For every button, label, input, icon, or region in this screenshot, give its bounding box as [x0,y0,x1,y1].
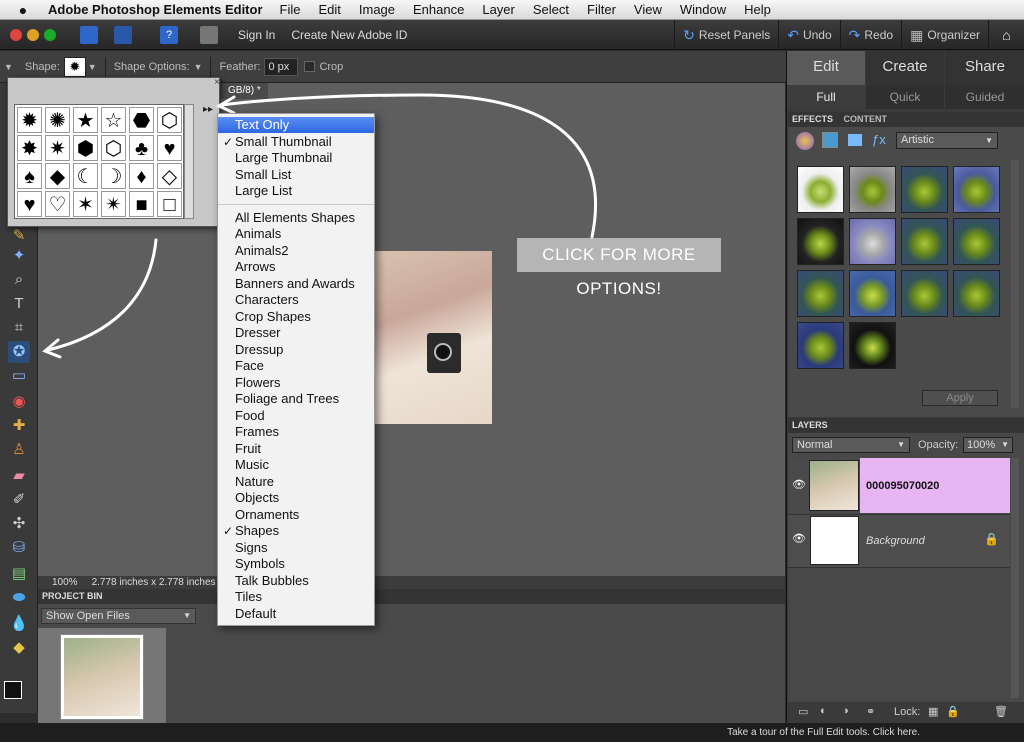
library-menu-item[interactable]: Default [218,606,374,622]
view-menu-item[interactable]: ✓ Small Thumbnail [218,134,374,150]
library-menu-item[interactable]: Face [218,358,374,374]
library-menu-item[interactable]: Dresser [218,325,374,341]
library-menu-item[interactable]: Crop Shapes [218,309,374,325]
library-menu-item[interactable]: Symbols [218,556,374,572]
menu-item-label: Small Thumbnail [235,133,332,149]
menu-item-label: Shapes [235,523,280,538]
library-menu-item[interactable]: Music [218,457,374,473]
view-menu-item[interactable]: Text Only [218,117,374,133]
menu-item-label: Talk Bubbles [235,572,309,588]
annotation-arrows [42,93,597,359]
menu-item-label: Music [235,457,269,472]
menu-item-label: Ornaments [235,506,300,522]
menu-divider [218,203,374,205]
library-menu-item[interactable]: Banners and Awards [218,276,374,292]
view-menu-item[interactable]: Large Thumbnail [218,150,374,166]
view-menu-item[interactable]: Large List [218,183,374,199]
library-menu-item[interactable]: Frames [218,424,374,440]
menu-item-label: Arrows [235,259,276,274]
menu-item-label: Default [235,605,277,621]
menu-item-label: Small List [235,166,292,182]
menu-item-label: Dressup [235,341,284,357]
view-menu-item[interactable]: Small List [218,167,374,183]
menu-item-label: Nature [235,473,275,489]
library-menu-item[interactable]: Dressup [218,342,374,358]
menu-item-label: Face [235,358,264,373]
library-menu-item[interactable]: Animals [218,226,374,242]
library-menu-item[interactable]: Fruit [218,441,374,457]
menu-item-label: Fruit [235,440,261,456]
library-menu-item[interactable]: Flowers [218,375,374,391]
library-menu-item[interactable]: Ornaments [218,507,374,523]
library-menu-item[interactable]: All Elements Shapes [218,210,374,226]
menu-item-label: Foliage and Trees [235,391,340,406]
library-menu-item[interactable]: Objects [218,490,374,506]
menu-item-label: Dresser [235,325,281,340]
library-menu-item[interactable]: Signs [218,540,374,556]
library-menu-item[interactable]: Talk Bubbles [218,573,374,589]
library-menu-item[interactable]: Tiles [218,589,374,605]
menu-item-label: Banners and Awards [235,275,355,291]
library-menu-item[interactable]: Foliage and Trees [218,391,374,407]
menu-item-label: Characters [235,292,299,307]
menu-item-label: Text Only [235,117,290,132]
menu-item-label: Frames [235,424,280,439]
checkmark-icon: ✓ [223,134,234,149]
menu-item-label: Signs [235,539,268,555]
menu-item-label: Large List [235,183,293,198]
menu-item-label: Crop Shapes [235,308,311,324]
menu-item-label: Symbols [235,556,285,571]
library-menu-item[interactable]: ✓ Shapes [218,523,374,539]
menu-item-label: Large Thumbnail [235,150,333,165]
menu-item-label: All Elements Shapes [235,209,355,225]
library-menu-item[interactable]: Nature [218,474,374,490]
menu-item-label: Animals [235,226,282,241]
library-menu-item[interactable]: Arrows [218,259,374,275]
menu-item-label: Tiles [235,589,262,604]
menu-item-label: Objects [235,490,280,505]
shape-library-menu: Text Only ✓ Small Thumbnail Large Thumbnail… [217,113,375,626]
checkmark-icon: ✓ [223,524,234,538]
library-menu-item[interactable]: Animals2 [218,243,374,259]
menu-item-label: Food [235,407,265,423]
library-menu-item[interactable]: Food [218,408,374,424]
library-menu-item[interactable]: Characters [218,292,374,308]
menu-item-label: Animals2 [235,242,289,258]
menu-item-label: Flowers [235,374,281,390]
